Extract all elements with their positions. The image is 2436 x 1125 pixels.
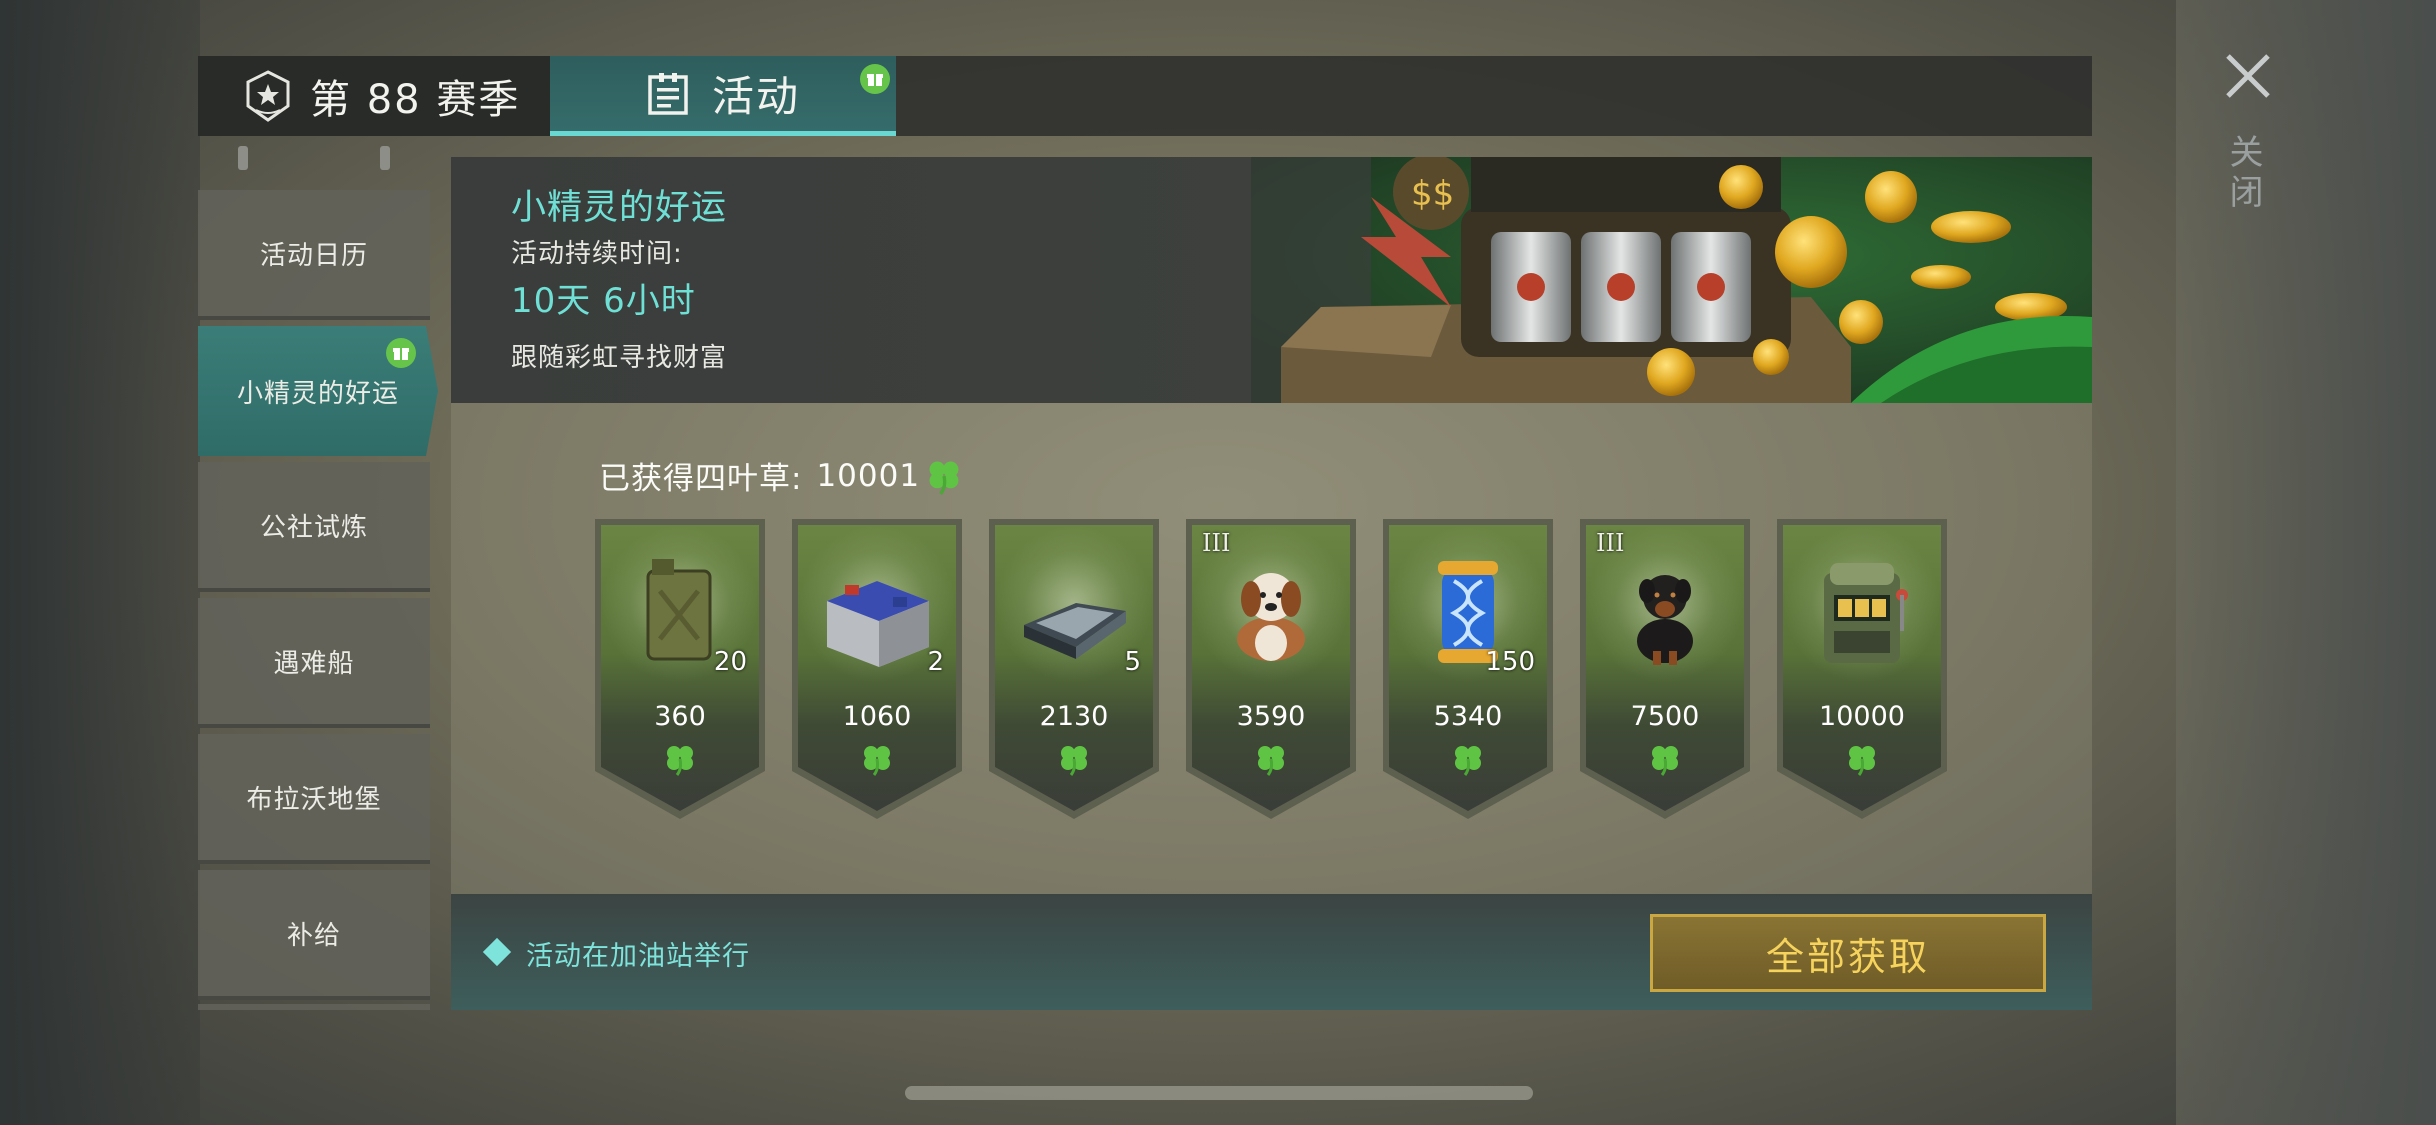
sidebar-item-leprechaun-luck[interactable]: 小精灵的好运	[198, 326, 438, 456]
sidebar-item-label: 小精灵的好运	[236, 378, 399, 409]
four-leaf-clover-icon	[1844, 741, 1880, 777]
reward-tier: III	[1202, 529, 1231, 557]
reward-cost: 360	[654, 701, 706, 732]
sidebar-bottom-edge	[198, 1004, 430, 1010]
season-shield-icon	[246, 70, 290, 122]
reward-track: 20 360 2 1060 5 2130 III 3590 150 5340 III 7500 1000…	[595, 519, 1947, 819]
reward-card[interactable]: III 3590	[1186, 519, 1356, 819]
reward-quantity: 20	[713, 647, 747, 677]
tab-activity[interactable]: 活动	[550, 56, 896, 136]
gift-badge-icon	[860, 64, 890, 94]
background-right	[2176, 0, 2436, 1125]
reward-card[interactable]: 10000	[1777, 519, 1947, 819]
sidebar-item-commune-trial[interactable]: 公社试炼	[198, 462, 430, 592]
saint-bernard-dog-icon	[1237, 573, 1305, 661]
close-label[interactable]: 关闭	[2223, 134, 2268, 214]
rail-peg	[380, 146, 390, 170]
sidebar-item-label: 公社试炼	[259, 512, 368, 543]
tab-bar: 第 88 赛季 活动	[198, 56, 2092, 136]
diamond-bullet-icon	[482, 937, 512, 967]
sidebar-item-activity-calendar[interactable]: 活动日历	[198, 190, 430, 320]
reward-card[interactable]: 20 360	[595, 519, 765, 819]
tab-season[interactable]: 第 88 赛季	[198, 56, 550, 136]
claim-all-button[interactable]: 全部获取	[1650, 914, 2046, 992]
reward-quantity: 150	[1485, 647, 1535, 677]
reward-quantity: 2	[927, 647, 944, 677]
four-leaf-clover-icon	[929, 461, 959, 495]
four-leaf-clover-icon	[859, 741, 895, 777]
gift-badge-icon	[386, 338, 416, 368]
clover-progress: 已获得四叶草: 10001	[599, 453, 964, 498]
four-leaf-clover-icon	[1056, 741, 1092, 777]
sidebar-item-bravo-bunker[interactable]: 布拉沃地堡	[198, 734, 430, 864]
home-indicator[interactable]	[905, 1086, 1533, 1100]
rail-peg	[238, 146, 248, 170]
sidebar-rail	[198, 146, 430, 186]
event-description: 跟随彩虹寻找财富	[511, 343, 728, 373]
event-footer: 活动在加油站举行 全部获取	[451, 894, 2092, 1010]
reward-cost: 10000	[1819, 701, 1905, 732]
clover-progress-label: 已获得四叶草:	[599, 461, 803, 497]
reward-cost: 5340	[1433, 701, 1503, 732]
close-button[interactable]	[2218, 46, 2278, 106]
battery-icon	[827, 581, 929, 667]
duration-label: 活动持续时间:	[511, 239, 683, 269]
event-panel: 小精灵的好运 活动持续时间: 10天 6小时 跟随彩虹寻找财富 $$ 已获得四叶…	[451, 157, 2092, 1010]
background-left	[0, 0, 200, 1125]
sidebar-item-label: 活动日历	[259, 240, 368, 271]
event-banner: 小精灵的好运 活动持续时间: 10天 6小时 跟随彩虹寻找财富 $$	[451, 157, 2092, 403]
four-leaf-clover-icon	[1253, 741, 1289, 777]
duration-value: 10天 6小时	[511, 281, 696, 321]
event-title: 小精灵的好运	[511, 188, 728, 228]
tab-activity-label: 活动	[711, 72, 800, 121]
slot-machine-icon	[1824, 563, 1908, 663]
close-icon	[2226, 54, 2270, 98]
four-leaf-clover-icon	[662, 741, 698, 777]
sidebar-item-label: 布拉沃地堡	[246, 784, 382, 815]
four-leaf-clover-icon	[1450, 741, 1486, 777]
reward-quantity: 5	[1124, 647, 1141, 677]
sidebar-item-label: 补给	[286, 920, 341, 951]
calendar-list-icon	[648, 72, 688, 115]
reward-cost: 3590	[1236, 701, 1306, 732]
event-location-text: 活动在加油站举行	[526, 941, 750, 972]
reward-tier: III	[1596, 529, 1625, 557]
reward-card[interactable]: III 7500	[1580, 519, 1750, 819]
reward-card[interactable]: 150 5340	[1383, 519, 1553, 819]
metal-ingot-icon	[1024, 603, 1126, 659]
four-leaf-clover-icon	[1647, 741, 1683, 777]
sidebar: 活动日历 小精灵的好运 公社试炼 遇难船 布拉沃地堡 补给	[198, 146, 438, 1010]
reward-cost: 2130	[1039, 701, 1109, 732]
sidebar-item-shipwreck[interactable]: 遇难船	[198, 598, 430, 728]
reward-cost: 1060	[842, 701, 912, 732]
sidebar-item-label: 遇难船	[273, 648, 355, 679]
sidebar-item-supplies[interactable]: 补给	[198, 870, 430, 1000]
slot-machine-truck-illustration: $$	[1251, 157, 2092, 403]
reward-card[interactable]: 5 2130	[989, 519, 1159, 819]
svg-text:$$: $$	[1411, 174, 1454, 214]
tab-season-label: 第 88 赛季	[310, 77, 521, 123]
rottweiler-dog-icon	[1637, 575, 1693, 665]
reward-cost: 7500	[1630, 701, 1700, 732]
reward-card[interactable]: 2 1060	[792, 519, 962, 819]
clover-progress-value: 10001	[816, 457, 921, 494]
